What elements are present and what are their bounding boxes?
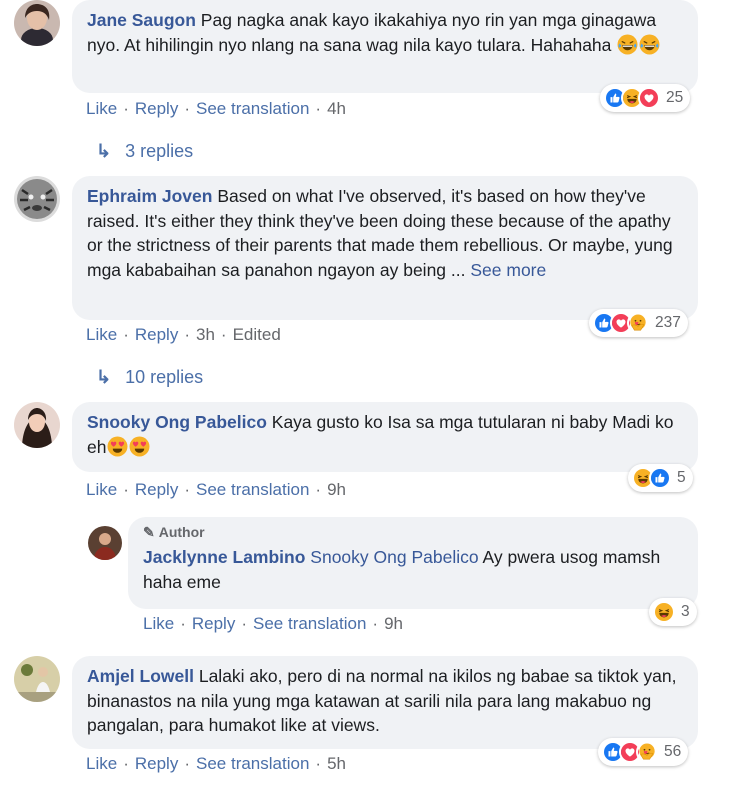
reactions-summary[interactable]: 3 (649, 598, 697, 626)
tears-of-joy-emoji-icon (639, 34, 660, 55)
care-reaction-icon (636, 741, 658, 763)
comment-timestamp[interactable]: 9h (384, 614, 403, 633)
reply-button[interactable]: Reply (135, 754, 178, 773)
reply-bubble: ✎ Author Jacklynne Lambino Snooky Ong Pab… (128, 517, 698, 609)
replies-label: 3 replies (125, 141, 194, 161)
like-button[interactable]: Like (86, 99, 117, 118)
comment-timestamp[interactable]: 5h (327, 754, 346, 773)
avatar[interactable] (14, 0, 60, 46)
reaction-count: 5 (677, 469, 686, 486)
comment-timestamp[interactable]: 3h (196, 325, 215, 344)
comment-author[interactable]: Jacklynne Lambino (143, 547, 305, 567)
reaction-count: 25 (666, 89, 684, 106)
reply-arrow-icon: ↳ (96, 367, 112, 387)
comment-ephraim-joven: Ephraim Joven Based on what I've observe… (0, 176, 750, 396)
see-translation-link[interactable]: See translation (196, 480, 309, 499)
like-button[interactable]: Like (86, 754, 117, 773)
reactions-summary[interactable]: 5 (628, 464, 693, 492)
reply-button[interactable]: Reply (135, 480, 178, 499)
mention-link[interactable]: Snooky Ong Pabelico (310, 547, 478, 567)
comment-author[interactable]: Jane Saugon (87, 10, 196, 30)
reactions-summary[interactable]: 56 (598, 738, 689, 766)
heart-eyes-emoji-icon (129, 436, 150, 457)
comment-actions: Like · Reply · See translation · 9h (86, 480, 346, 499)
like-button[interactable]: Like (86, 325, 117, 344)
pencil-icon: ✎ (143, 524, 155, 540)
comment-snooky-ong-pabelico: Snooky Ong Pabelico Kaya gusto ko Isa sa… (0, 402, 750, 502)
reply-arrow-icon: ↳ (96, 141, 112, 161)
reply-button[interactable]: Reply (192, 614, 235, 633)
author-badge-label: Author (158, 524, 205, 540)
see-more-link[interactable]: See more (470, 260, 546, 280)
reaction-count: 237 (655, 314, 681, 331)
edited-label[interactable]: Edited (233, 325, 281, 344)
like-button[interactable]: Like (86, 480, 117, 499)
avatar[interactable] (14, 656, 60, 702)
comment-jane-saugon: Jane Saugon Pag nagka anak kayo ikakahiy… (0, 0, 750, 170)
reactions-summary[interactable]: 237 (589, 309, 688, 337)
see-translation-link[interactable]: See translation (196, 754, 309, 773)
haha-reaction-icon (653, 601, 675, 623)
see-translation-link[interactable]: See translation (253, 614, 366, 633)
reply-actions: Like · Reply · See translation · 9h (143, 614, 403, 633)
reply-button[interactable]: Reply (135, 99, 178, 118)
like-button[interactable]: Like (143, 614, 174, 633)
comment-timestamp[interactable]: 4h (327, 99, 346, 118)
comment-author[interactable]: Amjel Lowell (87, 666, 194, 686)
love-reaction-icon (638, 87, 660, 109)
tears-of-joy-emoji-icon (617, 34, 638, 55)
comment-author[interactable]: Snooky Ong Pabelico (87, 412, 267, 432)
reactions-summary[interactable]: 25 (600, 84, 691, 112)
avatar[interactable] (14, 402, 60, 448)
reaction-count: 3 (681, 603, 690, 620)
reply-jacklynne-lambino: ✎ Author Jacklynne Lambino Snooky Ong Pab… (0, 517, 750, 642)
comment-bubble: Jane Saugon Pag nagka anak kayo ikakahiy… (72, 0, 698, 93)
comment-timestamp[interactable]: 9h (327, 480, 346, 499)
reply-button[interactable]: Reply (135, 325, 178, 344)
comment-author[interactable]: Ephraim Joven (87, 186, 212, 206)
comment-actions: Like · Reply · 3h · Edited (86, 325, 281, 344)
see-translation-link[interactable]: See translation (196, 99, 309, 118)
heart-eyes-emoji-icon (107, 436, 128, 457)
care-reaction-icon (627, 312, 649, 334)
comment-amjel-lowell: Amjel Lowell Lalaki ako, pero di na norm… (0, 656, 750, 789)
comment-actions: Like · Reply · See translation · 4h (86, 99, 346, 118)
reaction-count: 56 (664, 743, 682, 760)
comment-bubble: Ephraim Joven Based on what I've observe… (72, 176, 698, 320)
view-replies-link[interactable]: ↳ 10 replies (96, 367, 203, 388)
replies-label: 10 replies (125, 367, 204, 387)
avatar[interactable] (88, 526, 122, 560)
view-replies-link[interactable]: ↳ 3 replies (96, 141, 193, 162)
avatar[interactable] (14, 176, 60, 222)
like-reaction-icon (649, 467, 671, 489)
comment-actions: Like · Reply · See translation · 5h (86, 754, 346, 773)
comment-bubble: Snooky Ong Pabelico Kaya gusto ko Isa sa… (72, 402, 698, 472)
author-badge: ✎ Author (143, 523, 683, 541)
comment-bubble: Amjel Lowell Lalaki ako, pero di na norm… (72, 656, 698, 749)
